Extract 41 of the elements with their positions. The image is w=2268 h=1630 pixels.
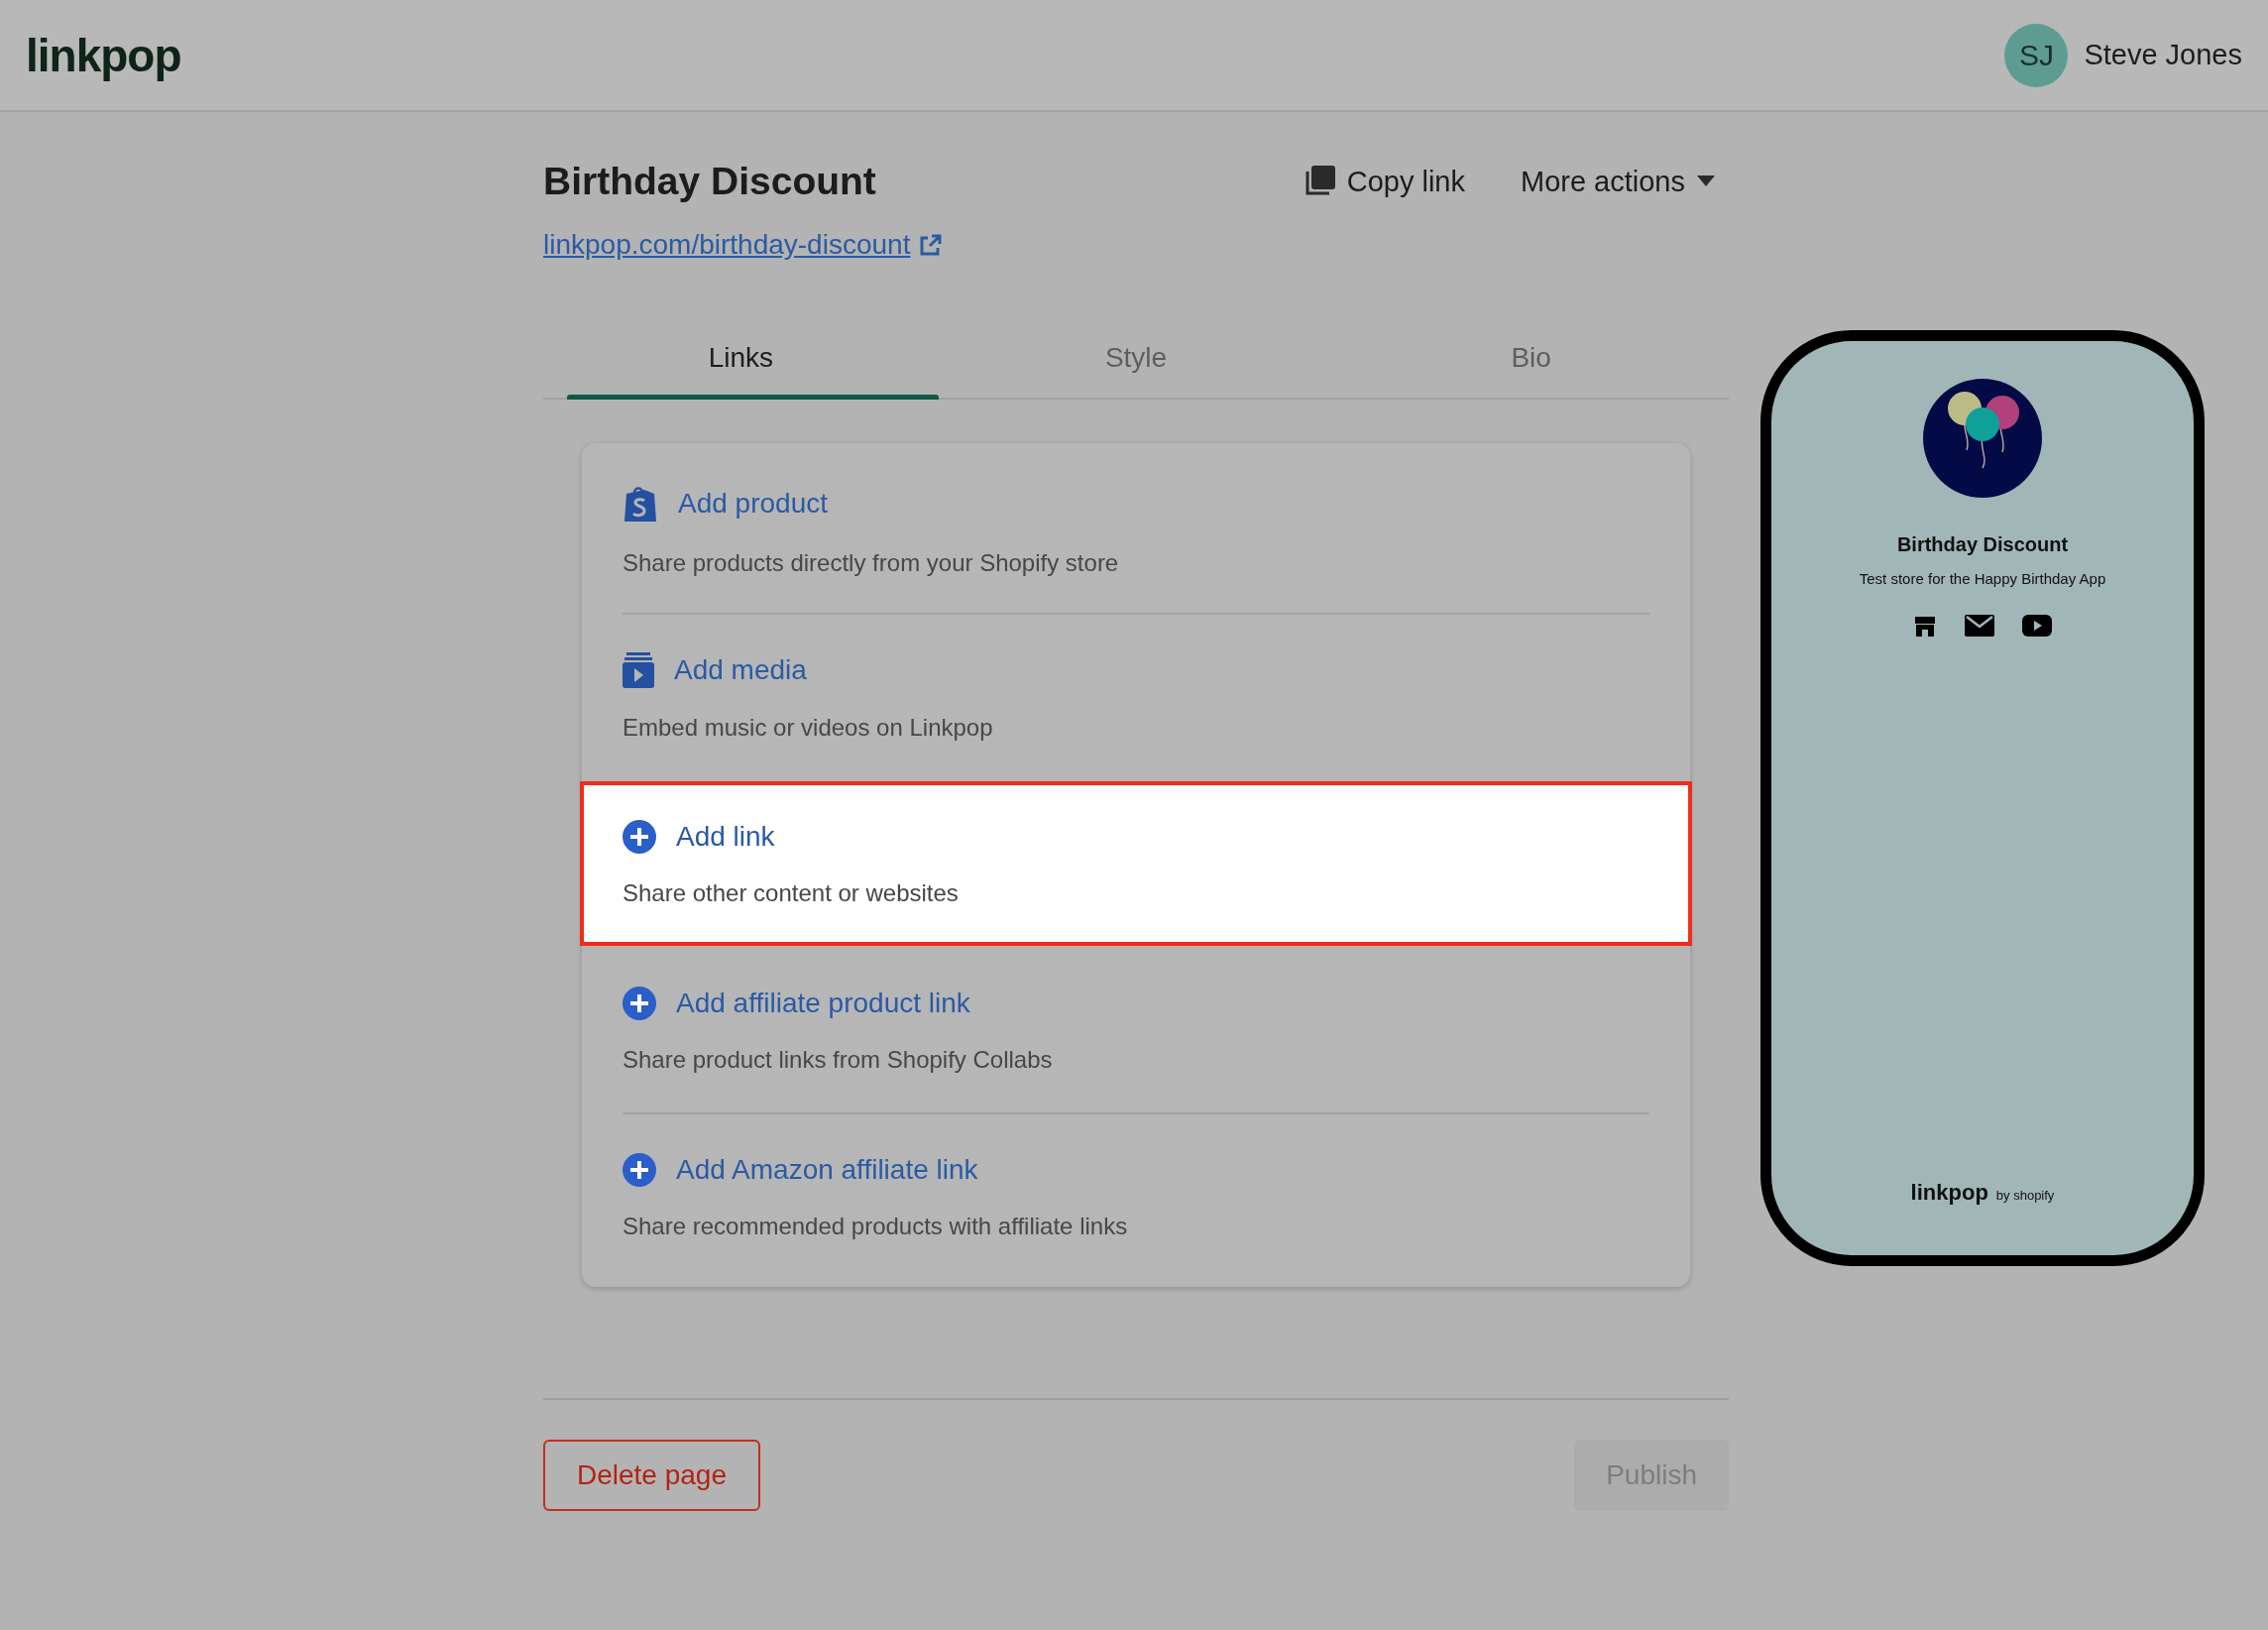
- user-avatar[interactable]: SJ: [2004, 23, 2069, 87]
- preview-subtitle: Test store for the Happy Birthday App: [1859, 570, 2106, 587]
- tab[interactable]: Links: [543, 318, 939, 398]
- preview-brand-suffix: by shopify: [1995, 1188, 2055, 1203]
- option-description: Share products directly from your Shopify store: [623, 549, 1120, 577]
- mail-icon: [1965, 615, 1994, 637]
- preview-brand-logo: linkpop: [1910, 1180, 1988, 1206]
- external-link-icon: [920, 234, 943, 256]
- video-play-icon: [2022, 615, 2052, 637]
- tab[interactable]: Style: [938, 318, 1334, 398]
- page-title: Birthday Discount: [543, 160, 876, 203]
- option-item[interactable]: Add product Share products directly from your Shopify store: [582, 448, 1690, 613]
- option-description: Share other content or websites: [623, 879, 960, 907]
- delete-page-button[interactable]: Delete page: [543, 1440, 760, 1511]
- option-title: Add affiliate product link: [676, 988, 970, 1019]
- copy-link-button[interactable]: Copy link: [1303, 165, 1465, 198]
- option-title: Add product: [678, 488, 828, 520]
- plus-circle-icon: [623, 1153, 656, 1187]
- option-description: Embed music or videos on Linkpop: [623, 714, 994, 742]
- caret-icon: [1697, 175, 1715, 187]
- option-item[interactable]: Add media Embed music or videos on Linkpop: [582, 615, 1690, 779]
- plus-circle-icon: [623, 987, 656, 1020]
- option-item[interactable]: Add Amazon affiliate link Share recommended products with affiliate links: [582, 1114, 1690, 1279]
- option-title: Add link: [676, 821, 775, 853]
- media-stack-icon: [623, 652, 654, 688]
- plus-circle-icon: [623, 820, 656, 854]
- option-description: Share product links from Shopify Collabs: [623, 1046, 1054, 1074]
- option-description: Share recommended products with affiliate links: [623, 1213, 1129, 1240]
- shopping-bag-icon: [623, 484, 658, 524]
- logo[interactable]: linkpop: [26, 28, 181, 82]
- preview-title: Birthday Discount: [1896, 533, 2069, 556]
- tab[interactable]: Bio: [1333, 318, 1729, 398]
- user-name: Steve Jones: [2084, 39, 2242, 71]
- page-url-link[interactable]: linkpop.com/birthday-discount: [543, 229, 911, 261]
- option-item[interactable]: Add affiliate product link Share product links from Shopify Collabs: [582, 948, 1690, 1112]
- option-title: Add Amazon affiliate link: [676, 1154, 978, 1186]
- more-actions-button[interactable]: More actions: [1521, 165, 1715, 198]
- store-icon: [1913, 615, 1937, 639]
- option-item[interactable]: Add link Share other content or websites: [580, 781, 1692, 946]
- balloons-avatar-icon: [1923, 379, 2042, 498]
- option-title: Add media: [674, 654, 807, 686]
